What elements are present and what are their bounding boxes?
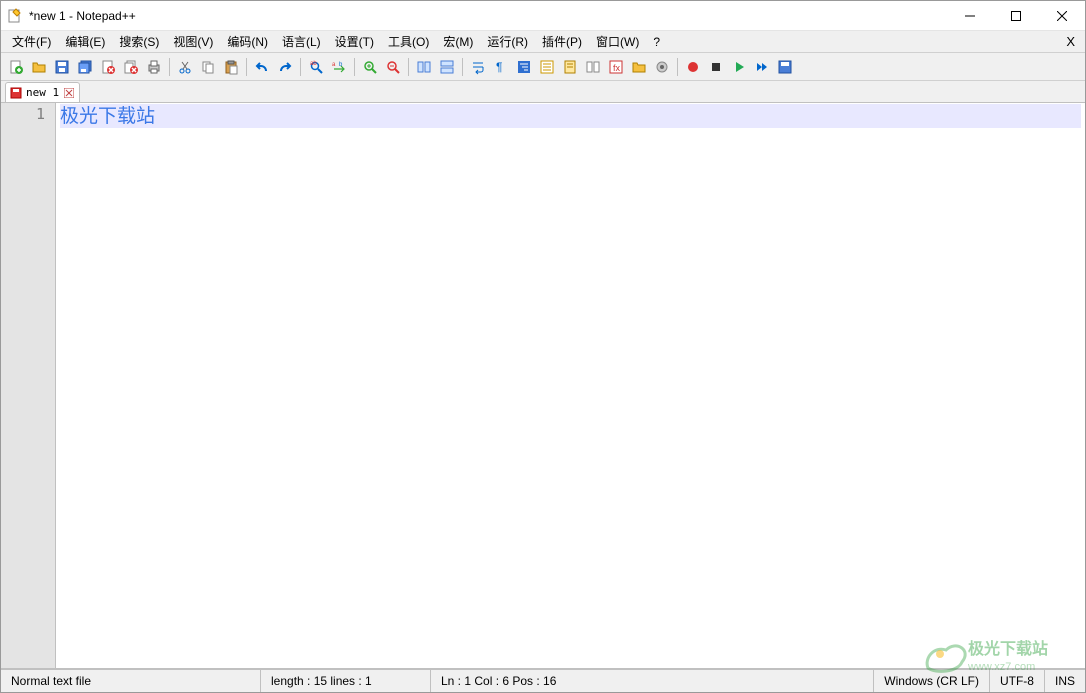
minimize-button[interactable] — [947, 1, 993, 31]
menu-edit[interactable]: 编辑(E) — [58, 31, 112, 52]
line-number: 1 — [3, 105, 45, 123]
maximize-button[interactable] — [993, 1, 1039, 31]
save-button[interactable] — [51, 56, 73, 78]
window-title: *new 1 - Notepad++ — [29, 9, 947, 23]
play-macro-button[interactable] — [728, 56, 750, 78]
zoom-out-button[interactable] — [382, 56, 404, 78]
svg-text:fx: fx — [613, 63, 621, 73]
menu-bar: 文件(F) 编辑(E) 搜索(S) 视图(V) 编码(N) 语言(L) 设置(T… — [1, 31, 1085, 53]
toolbar: ab ab ¶ fx — [1, 53, 1085, 81]
editor: 1 极光下载站 — [1, 103, 1085, 668]
toolbar-separator — [408, 58, 409, 76]
toolbar-separator — [300, 58, 301, 76]
sync-horizontal-button[interactable] — [436, 56, 458, 78]
menu-language[interactable]: 语言(L) — [275, 31, 328, 52]
close-button[interactable] — [1039, 1, 1085, 31]
toolbar-separator — [169, 58, 170, 76]
app-icon — [7, 8, 23, 24]
tab-new-1[interactable]: new 1 — [5, 82, 80, 102]
unsaved-file-icon — [10, 87, 22, 99]
status-length-lines: length : 15 lines : 1 — [261, 670, 431, 692]
find-button[interactable]: ab — [305, 56, 327, 78]
menu-search[interactable]: 搜索(S) — [112, 31, 166, 52]
redo-button[interactable] — [274, 56, 296, 78]
menu-macro[interactable]: 宏(M) — [436, 31, 480, 52]
function-list-button[interactable]: fx — [605, 56, 627, 78]
paste-button[interactable] — [220, 56, 242, 78]
status-filetype: Normal text file — [1, 670, 261, 692]
status-insert-mode[interactable]: INS — [1045, 670, 1085, 692]
save-macro-button[interactable] — [774, 56, 796, 78]
menu-window[interactable]: 窗口(W) — [589, 31, 646, 52]
user-lang-button[interactable] — [536, 56, 558, 78]
toolbar-separator — [462, 58, 463, 76]
zoom-in-button[interactable] — [359, 56, 381, 78]
sync-vertical-button[interactable] — [413, 56, 435, 78]
toolbar-separator — [354, 58, 355, 76]
new-file-button[interactable] — [5, 56, 27, 78]
record-macro-button[interactable] — [682, 56, 704, 78]
toolbar-separator — [677, 58, 678, 76]
toolbar-separator — [246, 58, 247, 76]
status-encoding[interactable]: UTF-8 — [990, 670, 1045, 692]
tab-bar: new 1 — [1, 81, 1085, 103]
menu-view[interactable]: 视图(V) — [166, 31, 220, 52]
copy-button[interactable] — [197, 56, 219, 78]
print-button[interactable] — [143, 56, 165, 78]
svg-text:a: a — [332, 62, 336, 68]
title-bar: *new 1 - Notepad++ — [1, 1, 1085, 31]
doc-list-button[interactable] — [582, 56, 604, 78]
menu-plugins[interactable]: 插件(P) — [535, 31, 589, 52]
editor-content[interactable]: 极光下载站 — [56, 103, 1085, 668]
menu-run[interactable]: 运行(R) — [480, 31, 535, 52]
folder-button[interactable] — [628, 56, 650, 78]
cut-button[interactable] — [174, 56, 196, 78]
indent-guide-button[interactable] — [513, 56, 535, 78]
tab-label: new 1 — [26, 86, 59, 99]
menu-help[interactable]: ? — [646, 33, 667, 51]
save-all-button[interactable] — [74, 56, 96, 78]
menubar-close-x[interactable]: X — [1056, 34, 1085, 49]
editor-text: 极光下载站 — [60, 105, 155, 127]
doc-map-button[interactable] — [559, 56, 581, 78]
svg-text:ab: ab — [310, 61, 317, 67]
close-all-button[interactable] — [120, 56, 142, 78]
svg-text:¶: ¶ — [496, 60, 502, 74]
tab-close-icon[interactable] — [63, 87, 75, 99]
menu-encoding[interactable]: 编码(N) — [220, 31, 275, 52]
fast-forward-button[interactable] — [751, 56, 773, 78]
close-file-button[interactable] — [97, 56, 119, 78]
line-number-gutter: 1 — [1, 103, 56, 668]
replace-button[interactable]: ab — [328, 56, 350, 78]
menu-settings[interactable]: 设置(T) — [328, 31, 381, 52]
menu-file[interactable]: 文件(F) — [5, 31, 58, 52]
show-all-chars-button[interactable]: ¶ — [490, 56, 512, 78]
monitor-button[interactable] — [651, 56, 673, 78]
open-file-button[interactable] — [28, 56, 50, 78]
stop-macro-button[interactable] — [705, 56, 727, 78]
editor-line[interactable]: 极光下载站 — [60, 104, 1081, 128]
undo-button[interactable] — [251, 56, 273, 78]
status-eol[interactable]: Windows (CR LF) — [874, 670, 990, 692]
window-controls — [947, 1, 1085, 31]
status-bar: Normal text file length : 15 lines : 1 L… — [1, 668, 1085, 692]
menu-tools[interactable]: 工具(O) — [381, 31, 436, 52]
word-wrap-button[interactable] — [467, 56, 489, 78]
status-cursor: Ln : 1 Col : 6 Pos : 16 — [431, 670, 874, 692]
